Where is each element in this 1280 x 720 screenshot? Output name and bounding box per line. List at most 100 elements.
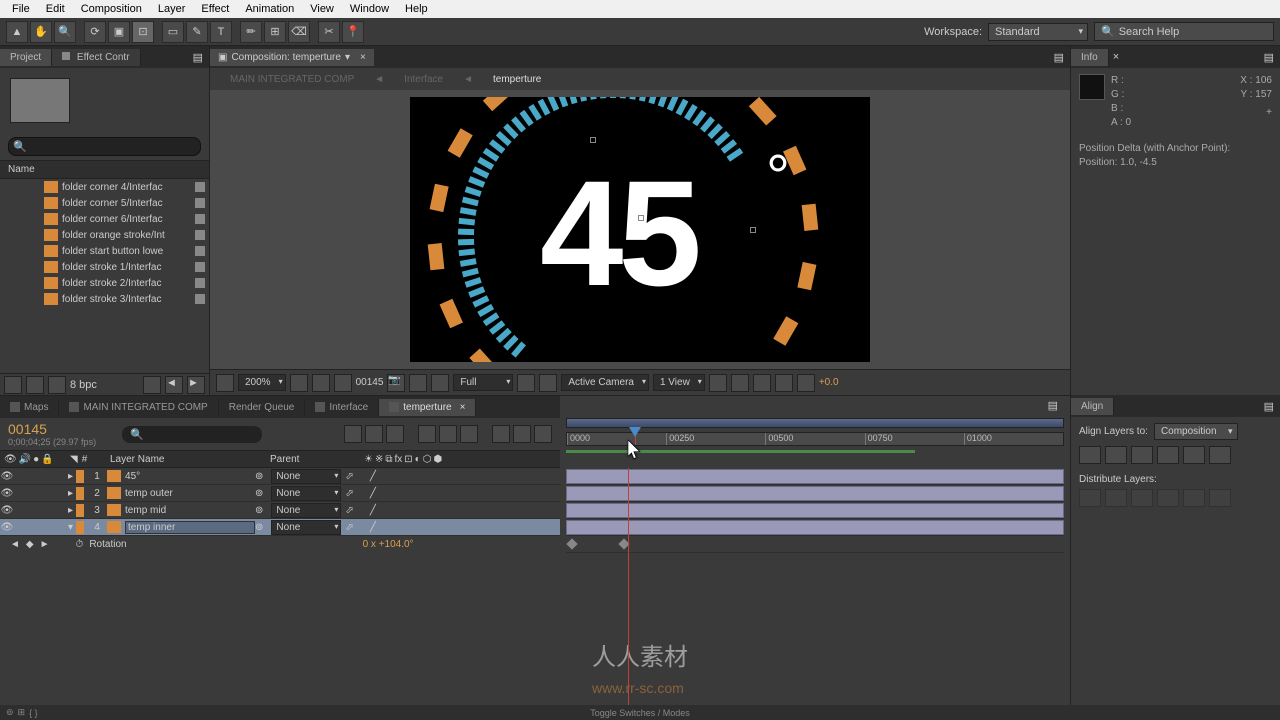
menu-help[interactable]: Help (397, 3, 436, 15)
video-column-icon[interactable]: 👁 (4, 454, 17, 465)
text-tool-icon[interactable]: T (210, 21, 232, 43)
project-name-column[interactable]: Name (0, 160, 209, 179)
clone-tool-icon[interactable]: ⊞ (264, 21, 286, 43)
roi-icon[interactable] (517, 374, 535, 392)
rotate-tool-icon[interactable]: ⟳ (84, 21, 106, 43)
hand-tool-icon[interactable]: ✋ (30, 21, 52, 43)
delete-icon[interactable] (143, 376, 161, 394)
rect-tool-icon[interactable]: ▭ (162, 21, 184, 43)
parent-column[interactable]: Parent (270, 454, 360, 465)
layer-name[interactable]: 45° (125, 471, 255, 482)
keyframe-toggle-icon[interactable]: ◆ (26, 539, 34, 550)
prev-icon[interactable]: ◄ (165, 376, 183, 394)
project-item[interactable]: folder corner 4/Interfac (0, 179, 209, 195)
composition-viewer[interactable]: 45 ° (210, 90, 1070, 369)
switch-shy-icon[interactable]: ⬀ (345, 471, 353, 482)
playhead[interactable] (635, 433, 636, 445)
twirl-icon[interactable]: ▸ (68, 471, 73, 482)
project-item[interactable]: folder corner 5/Interfac (0, 195, 209, 211)
panel-menu-icon[interactable]: ▤ (1258, 51, 1280, 64)
pickwhip-icon[interactable]: ⊚ (255, 522, 263, 533)
label-column-icon[interactable]: ◥ (70, 454, 78, 465)
twirl-icon[interactable]: ▸ (68, 488, 73, 499)
exposure-reset-icon[interactable] (797, 374, 815, 392)
zoom-dropdown[interactable]: 200% (238, 374, 286, 391)
menu-composition[interactable]: Composition (73, 3, 150, 15)
layer-name[interactable]: temp mid (125, 505, 255, 516)
layer-switches-icon[interactable] (534, 425, 552, 443)
switch-quality-icon[interactable]: ╱ (370, 488, 376, 499)
always-preview-icon[interactable] (216, 374, 234, 392)
work-area-bar[interactable] (566, 450, 915, 453)
stopwatch-icon[interactable]: ⏱ (76, 539, 84, 550)
panel-menu-icon[interactable]: ▤ (187, 51, 209, 64)
layer-name-column[interactable]: Layer Name (110, 454, 270, 465)
interpret-footage-icon[interactable] (4, 376, 22, 394)
brainstorm-icon[interactable] (460, 425, 478, 443)
tab-effect-controls[interactable]: Effect Contr (52, 49, 140, 66)
keyframe-nav-next-icon[interactable]: ► (40, 539, 50, 550)
switch-quality-icon[interactable]: ╱ (370, 505, 376, 516)
switch-col-icon[interactable]: ⬡ (423, 454, 432, 465)
current-frame[interactable]: 00145 (356, 377, 384, 388)
toggle-switches-button[interactable]: Toggle Switches / Modes (590, 708, 690, 718)
puppet-tool-icon[interactable]: 📍 (342, 21, 364, 43)
breadcrumb-item[interactable]: temperture (493, 74, 541, 85)
menu-animation[interactable]: Animation (237, 3, 302, 15)
show-channel-icon[interactable] (409, 374, 427, 392)
composition-tab[interactable]: ▣ Composition: temperture ▾ × (210, 49, 374, 66)
visibility-toggle[interactable]: 👁 (0, 505, 14, 516)
status-icon[interactable]: { } (29, 708, 38, 718)
project-search-input[interactable]: 🔍 (8, 137, 201, 156)
mask-icon[interactable] (334, 374, 352, 392)
timeline-tab-maps[interactable]: Maps (0, 399, 59, 416)
switch-col-icon[interactable]: ⊡ (404, 454, 412, 465)
keyframe-marker[interactable] (566, 538, 577, 549)
align-vcenter-icon[interactable] (1183, 446, 1205, 464)
menu-window[interactable]: Window (342, 3, 397, 15)
pickwhip-icon[interactable]: ⊚ (255, 505, 263, 516)
align-hcenter-icon[interactable] (1105, 446, 1127, 464)
layer-duration-bar[interactable] (566, 469, 1064, 484)
lock-column-icon[interactable]: 🔒 (41, 454, 53, 465)
twirl-icon[interactable]: ▾ (68, 522, 73, 533)
pixel-aspect-icon[interactable] (709, 374, 727, 392)
switch-shy-icon[interactable]: ⬀ (345, 505, 353, 516)
layer-label-color[interactable] (76, 521, 84, 534)
property-name[interactable]: Rotation (89, 539, 126, 550)
layer-label-color[interactable] (76, 470, 84, 483)
timeline-layer-row[interactable]: 👁 ▸ 1 45° ⊚ None ⬀╱ (0, 468, 560, 485)
number-column-icon[interactable]: # (82, 454, 88, 465)
guides-icon[interactable] (312, 374, 330, 392)
anchor-point-icon[interactable] (638, 215, 644, 221)
timeline-tab-main[interactable]: MAIN INTEGRATED COMP (59, 399, 218, 416)
parent-dropdown[interactable]: None (271, 503, 341, 518)
graph-editor-icon[interactable] (513, 425, 531, 443)
panel-menu-icon[interactable]: ▤ (1258, 400, 1280, 413)
keyframe-nav-prev-icon[interactable]: ◄ (10, 539, 20, 550)
twirl-icon[interactable]: ▸ (68, 505, 73, 516)
layer-label-color[interactable] (76, 487, 84, 500)
roto-tool-icon[interactable]: ✂ (318, 21, 340, 43)
draft-3d-icon[interactable] (365, 425, 383, 443)
zoom-tool-icon[interactable]: 🔍 (54, 21, 76, 43)
switch-col-icon[interactable]: ⬢ (433, 454, 442, 465)
resolution-dropdown[interactable]: Full (453, 374, 513, 391)
tab-project[interactable]: Project (0, 49, 52, 66)
layer-handle[interactable] (750, 227, 756, 233)
layer-handle[interactable] (590, 137, 596, 143)
property-value[interactable]: 0 x +104.0° (363, 539, 414, 550)
layer-duration-bar[interactable] (566, 520, 1064, 535)
switch-quality-icon[interactable]: ╱ (370, 471, 376, 482)
eraser-tool-icon[interactable]: ⌫ (288, 21, 310, 43)
align-top-icon[interactable] (1157, 446, 1179, 464)
layer-label-color[interactable] (76, 504, 84, 517)
layer-name[interactable]: temp outer (125, 488, 255, 499)
timeline-layer-row[interactable]: 👁 ▸ 2 temp outer ⊚ None ⬀╱ (0, 485, 560, 502)
grid-icon[interactable] (290, 374, 308, 392)
status-icon[interactable]: ⊚ (6, 707, 14, 718)
workspace-dropdown[interactable]: Standard (988, 23, 1088, 41)
menu-file[interactable]: File (4, 3, 38, 15)
new-folder-icon[interactable] (26, 376, 44, 394)
close-icon[interactable]: × (460, 402, 466, 413)
